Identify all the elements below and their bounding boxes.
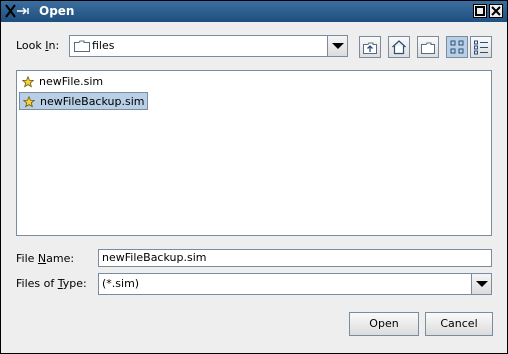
list-view-button[interactable] xyxy=(446,36,468,58)
up-one-level-icon xyxy=(363,42,377,54)
window-menu-icon[interactable] xyxy=(4,3,34,20)
close-button[interactable] xyxy=(489,4,503,18)
new-folder-button[interactable] xyxy=(417,36,439,58)
look-in-value: files xyxy=(92,39,115,52)
close-icon xyxy=(491,6,501,16)
open-dialog: Open Look In: files newFile.sim newFileB… xyxy=(0,0,508,354)
details-view-icon xyxy=(474,40,488,55)
files-of-type-label: Files of Type: xyxy=(16,277,87,290)
home-button[interactable] xyxy=(388,36,410,58)
file-list[interactable]: newFile.sim newFileBackup.sim xyxy=(16,70,492,236)
cancel-button[interactable]: Cancel xyxy=(425,312,493,336)
folder-icon xyxy=(74,40,90,52)
title-bar[interactable]: Open xyxy=(1,1,507,22)
up-one-level-button[interactable] xyxy=(359,36,381,58)
look-in-label: Look In: xyxy=(16,39,60,52)
file-name: newFile.sim xyxy=(39,75,104,88)
file-name-field[interactable]: newFileBackup.sim xyxy=(98,249,492,267)
star-file-icon xyxy=(22,76,34,88)
file-name: newFileBackup.sim xyxy=(40,95,145,108)
files-of-type-select[interactable]: (*.sim) xyxy=(98,273,492,295)
chevron-down-icon[interactable] xyxy=(471,274,491,294)
look-in-select[interactable]: files xyxy=(69,35,348,57)
details-view-button[interactable] xyxy=(470,36,492,58)
chevron-down-icon[interactable] xyxy=(327,36,347,56)
open-button[interactable]: Open xyxy=(349,312,419,336)
window-title: Open xyxy=(39,4,75,18)
star-file-icon xyxy=(23,96,35,108)
maximize-button[interactable] xyxy=(473,4,487,18)
home-icon xyxy=(392,40,406,55)
new-folder-icon xyxy=(421,42,435,54)
file-name-label: File Name: xyxy=(16,252,75,265)
maximize-icon xyxy=(475,6,485,16)
file-item-selected[interactable]: newFileBackup.sim xyxy=(19,92,149,110)
files-of-type-value: (*.sim) xyxy=(102,277,140,290)
file-item[interactable]: newFile.sim xyxy=(19,73,106,91)
list-view-icon xyxy=(450,40,464,54)
